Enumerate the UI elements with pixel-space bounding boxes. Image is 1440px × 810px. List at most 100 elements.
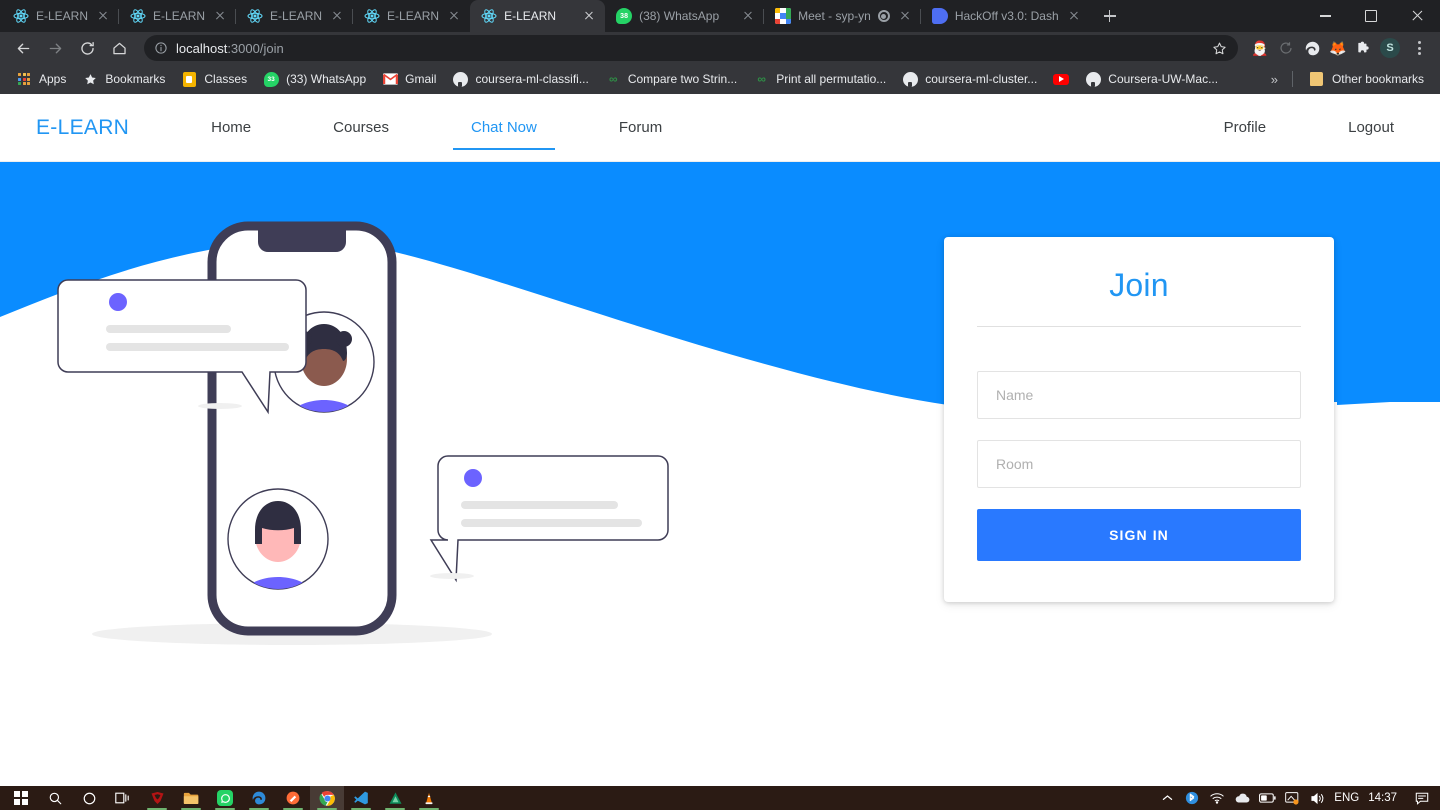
react-icon (481, 8, 497, 24)
kebab-menu-icon[interactable] (1406, 35, 1432, 61)
bookmark-bookmarks[interactable]: Bookmarks (74, 68, 173, 90)
browser-tab[interactable]: E-LEARN (236, 0, 354, 32)
nav-item-forum[interactable]: Forum (609, 94, 672, 162)
browser-tab[interactable]: E-LEARN (2, 0, 120, 32)
new-tab-button[interactable] (1096, 2, 1124, 30)
chrome-browser[interactable] (310, 786, 344, 810)
tab-close-icon[interactable] (897, 8, 913, 24)
site-logo[interactable]: E-LEARN (36, 116, 129, 140)
sign-in-button[interactable]: SIGN IN (977, 509, 1301, 561)
language-indicator[interactable]: ENG (1334, 792, 1359, 804)
room-input[interactable] (977, 440, 1301, 488)
edge-icon (252, 791, 266, 805)
tab-recording-icon[interactable] (877, 10, 890, 22)
bookmark-apps[interactable]: Apps (8, 68, 74, 90)
vscode-app[interactable] (344, 786, 378, 810)
tab-close-icon[interactable] (212, 8, 228, 24)
bookmark-youtube[interactable] (1045, 68, 1077, 90)
vlc-app[interactable] (412, 786, 446, 810)
nav-item-home[interactable]: Home (201, 94, 261, 162)
tab-close-icon[interactable] (740, 8, 756, 24)
search-button[interactable] (38, 786, 72, 810)
metamask-fox-icon[interactable]: 🦊 (1328, 38, 1348, 58)
start-button[interactable] (4, 786, 38, 810)
postman-app[interactable] (276, 786, 310, 810)
close-icon[interactable] (1394, 0, 1440, 32)
whatsapp-icon: 33 (263, 71, 279, 87)
tab-title: (38) WhatsApp (639, 9, 720, 23)
nav-item-courses[interactable]: Courses (323, 94, 399, 162)
wifi-icon[interactable] (1209, 790, 1225, 806)
bookmark-label: Bookmarks (105, 72, 166, 86)
tab-title: HackOff v3.0: Dash (954, 9, 1059, 23)
battery-icon[interactable] (1258, 790, 1276, 806)
tab-close-icon[interactable] (1066, 8, 1082, 24)
santa-emoji-icon[interactable]: 🎅 (1250, 38, 1270, 58)
hero-section: Join SIGN IN (0, 162, 1440, 786)
site-info-icon[interactable] (154, 41, 168, 55)
cortana-button[interactable] (72, 786, 106, 810)
bookmark-whatsapp[interactable]: 33 (33) WhatsApp (255, 68, 374, 90)
show-hidden-icons-icon[interactable] (1159, 790, 1175, 806)
forward-arrow-icon[interactable] (40, 33, 70, 63)
bluetooth-icon[interactable] (1184, 790, 1200, 806)
profile-avatar[interactable]: S (1380, 38, 1400, 58)
home-icon[interactable] (104, 33, 134, 63)
react-icon (130, 8, 146, 24)
edge-icon[interactable] (1302, 38, 1322, 58)
divider (977, 326, 1301, 327)
bookmark-print-all-permutations[interactable]: ∞ Print all permutatio... (745, 68, 894, 90)
bookmark-compare-two-strings[interactable]: ∞ Compare two Strin... (597, 68, 745, 90)
bookmark-label: Apps (39, 72, 67, 86)
predator-app[interactable] (140, 786, 174, 810)
bookmark-coursera-uw-mac[interactable]: Coursera-UW-Mac... (1077, 68, 1226, 90)
bookmark-label: Coursera-UW-Mac... (1108, 72, 1219, 86)
name-input[interactable] (977, 371, 1301, 419)
sourcetree-app[interactable] (378, 786, 412, 810)
predator-icon (151, 792, 163, 804)
tab-title: E-LEARN (504, 9, 557, 23)
task-view-button[interactable] (106, 786, 140, 810)
display-icon[interactable] (1284, 790, 1300, 806)
bookmark-label: coursera-ml-classifi... (475, 72, 589, 86)
bookmark-star-icon[interactable] (1206, 35, 1232, 61)
notifications-icon[interactable] (1414, 790, 1430, 806)
chrome-icon (319, 790, 335, 806)
browser-tab[interactable]: E-LEARN (353, 0, 470, 32)
geeksforgeeks-icon: ∞ (609, 72, 618, 86)
browser-tab[interactable]: E-LEARN (119, 0, 237, 32)
bookmarks-overflow-button[interactable]: » (1265, 72, 1284, 87)
sync-icon[interactable] (1276, 38, 1296, 58)
reload-icon[interactable] (72, 33, 102, 63)
onedrive-cloud-icon[interactable] (1234, 790, 1250, 806)
browser-tab[interactable]: Meet - syp-yn (764, 0, 921, 32)
address-bar[interactable]: localhost:3000/join (144, 35, 1238, 61)
whatsapp-app[interactable] (208, 786, 242, 810)
nav-item-logout[interactable]: Logout (1338, 94, 1404, 162)
bookmark-gmail[interactable]: Gmail (374, 68, 444, 90)
bookmark-coursera-ml-classification[interactable]: coursera-ml-classifi... (444, 68, 596, 90)
whatsapp-icon: 38 (616, 8, 633, 24)
bookmark-coursera-ml-clustering[interactable]: coursera-ml-cluster... (894, 68, 1045, 90)
tab-close-icon[interactable] (581, 8, 597, 24)
browser-tab-active[interactable]: E-LEARN (470, 0, 606, 32)
browser-tab[interactable]: HackOff v3.0: Dash (921, 0, 1090, 32)
file-explorer[interactable] (174, 786, 208, 810)
nav-item-profile[interactable]: Profile (1214, 94, 1277, 162)
back-arrow-icon[interactable] (8, 33, 38, 63)
tab-close-icon[interactable] (446, 8, 462, 24)
whatsapp-badge: 38 (620, 12, 628, 20)
tab-close-icon[interactable] (329, 8, 345, 24)
edge-browser[interactable] (242, 786, 276, 810)
bookmark-classes[interactable]: Classes (173, 68, 255, 90)
bookmarks-bar: Apps Bookmarks Classes 33 (33) WhatsApp … (0, 64, 1440, 94)
tab-close-icon[interactable] (95, 8, 111, 24)
maximize-icon[interactable] (1348, 0, 1394, 32)
nav-item-chat-now[interactable]: Chat Now (453, 94, 555, 162)
puzzle-extension-icon[interactable] (1354, 38, 1374, 58)
volume-icon[interactable] (1309, 790, 1325, 806)
other-bookmarks-button[interactable]: Other bookmarks (1301, 68, 1432, 90)
minimize-icon[interactable] (1302, 0, 1348, 32)
clock[interactable]: 14:37 (1368, 792, 1397, 804)
browser-tab[interactable]: 38 (38) WhatsApp (605, 0, 765, 32)
